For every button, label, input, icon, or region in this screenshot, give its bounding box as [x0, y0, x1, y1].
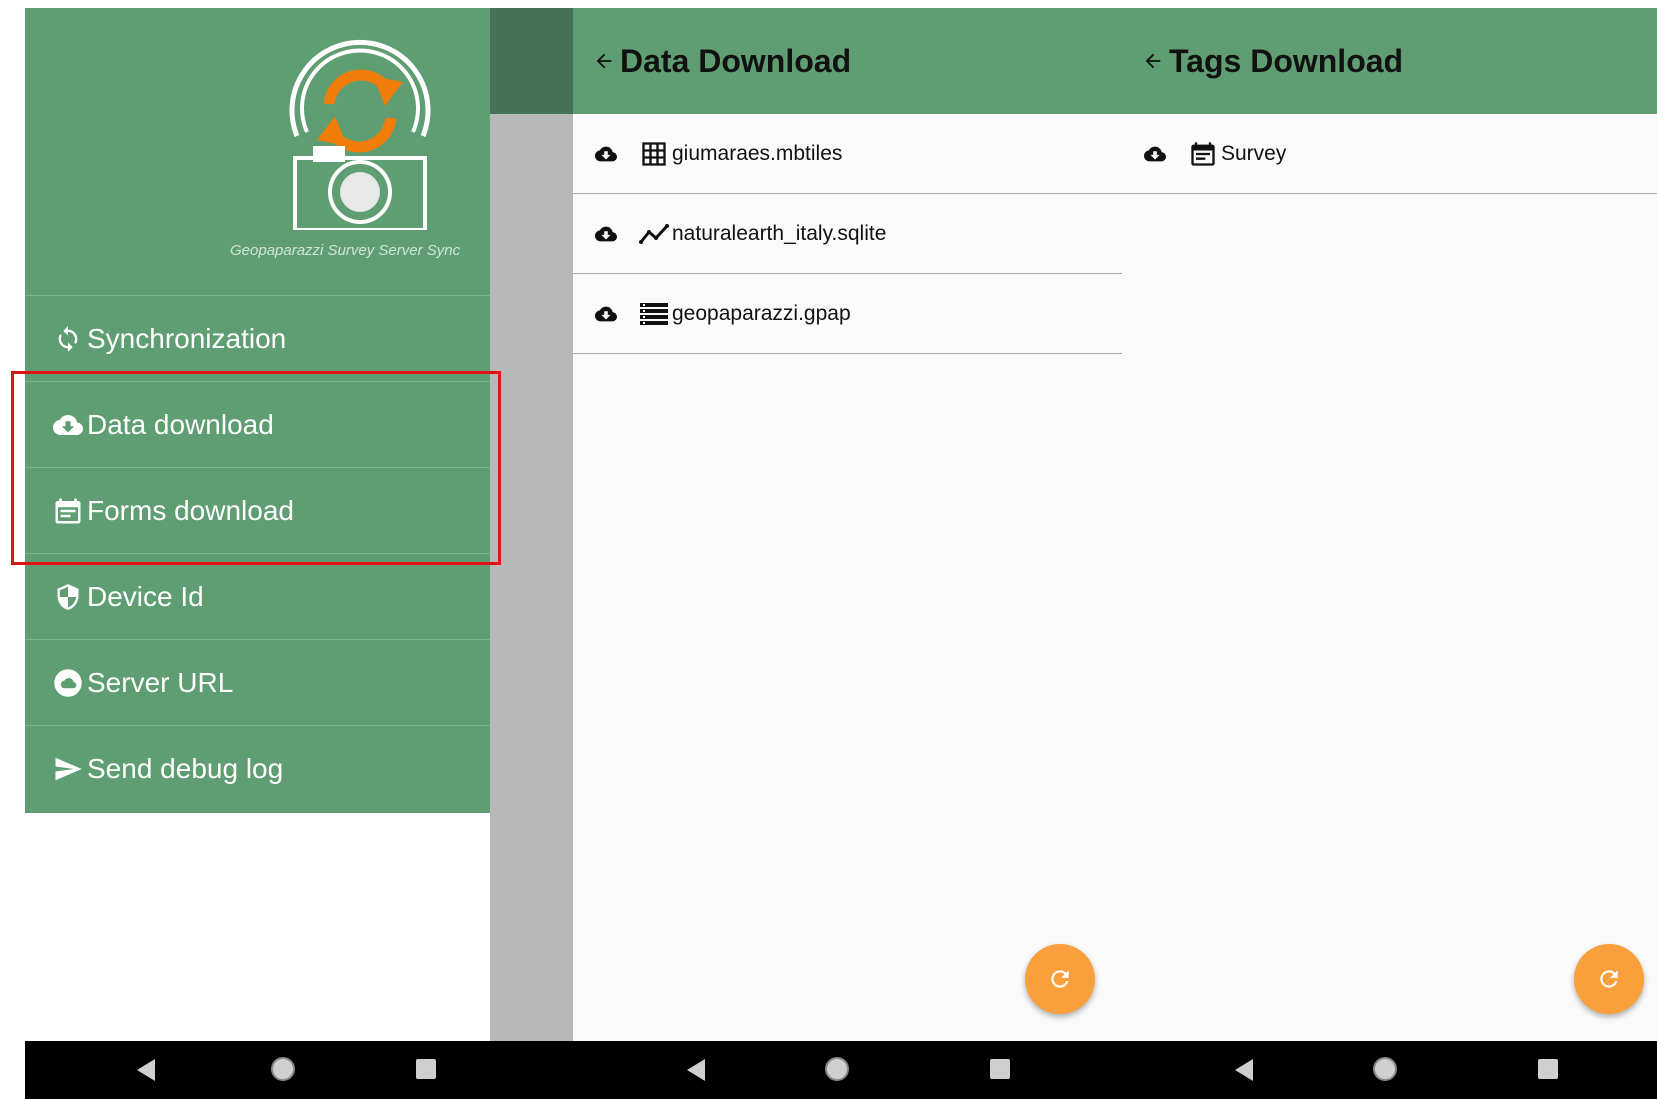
menu-item-synchronization[interactable]: Synchronization	[25, 296, 490, 382]
refresh-button[interactable]	[1574, 944, 1644, 1014]
item-label: naturalearth_italy.sqlite	[672, 221, 887, 245]
cloud-download-icon[interactable]	[1142, 141, 1168, 167]
refresh-icon	[1051, 970, 1069, 988]
refresh-button[interactable]	[1025, 944, 1095, 1014]
cloud-download-icon[interactable]	[593, 301, 619, 327]
cloud-download-icon[interactable]	[593, 141, 619, 167]
form-icon	[51, 494, 85, 528]
app-logo	[289, 39, 431, 230]
shield-icon	[51, 580, 85, 614]
menu-item-server-url[interactable]: Server URL	[25, 640, 490, 726]
list-item[interactable]: naturalearth_italy.sqlite	[573, 194, 1122, 274]
tags-download-screen: Tags Download Survey	[1122, 8, 1657, 1099]
app-caption: Geopaparazzi Survey Server Sync	[230, 242, 461, 259]
form-icon	[1188, 139, 1218, 169]
back-arrow-icon[interactable]	[593, 49, 617, 73]
navigation-bar	[573, 1041, 1122, 1099]
refresh-icon	[1600, 970, 1618, 988]
menu-label-server-url: Server URL	[87, 666, 234, 698]
nav-home-icon[interactable]	[270, 1056, 296, 1082]
list-icon	[639, 299, 669, 329]
nav-back-icon[interactable]	[685, 1058, 707, 1082]
menu-label-send-debug-log: Send debug log	[87, 752, 284, 784]
list-item[interactable]: geopaparazzi.gpap	[573, 274, 1122, 354]
nav-home-icon[interactable]	[1372, 1056, 1398, 1082]
menu-label-forms-download: Forms download	[87, 494, 294, 526]
drawer-menu: Synchronization Data download Forms down…	[25, 296, 490, 811]
line-chart-icon	[639, 219, 669, 249]
data-download-screen: Data Download giumaraes.mbtiles naturale…	[573, 8, 1122, 1099]
menu-label-device-id: Device Id	[87, 580, 204, 612]
cloud-download-icon	[51, 408, 85, 442]
back-arrow-icon[interactable]	[1142, 49, 1166, 73]
send-icon	[51, 752, 85, 786]
grid-icon	[639, 139, 669, 169]
list-item[interactable]: Survey	[1122, 114, 1657, 194]
navigation-bar	[1122, 1041, 1657, 1099]
item-label: giumaraes.mbtiles	[672, 141, 843, 165]
drawer-panel: Geopaparazzi Survey Server Sync Synchron…	[25, 8, 490, 1099]
menu-item-send-debug-log[interactable]: Send debug log	[25, 726, 490, 811]
tags-download-appbar: Tags Download	[1122, 8, 1657, 114]
tags-download-list: Survey	[1122, 114, 1657, 194]
page-title: Tags Download	[1169, 42, 1404, 79]
menu-item-data-download[interactable]: Data download	[25, 382, 490, 468]
drawer-header: Geopaparazzi Survey Server Sync	[25, 8, 490, 296]
nav-home-icon[interactable]	[824, 1056, 850, 1082]
nav-recents-icon[interactable]	[1537, 1058, 1559, 1080]
cloud-download-icon[interactable]	[593, 221, 619, 247]
sync-icon	[51, 322, 85, 356]
list-item[interactable]: giumaraes.mbtiles	[573, 114, 1122, 194]
scrim-appbar	[490, 8, 573, 114]
nav-back-icon[interactable]	[1233, 1058, 1255, 1082]
menu-item-forms-download[interactable]: Forms download	[25, 468, 490, 554]
page-title: Data Download	[620, 42, 852, 79]
cloud-icon	[51, 666, 85, 700]
drawer-scrim[interactable]	[490, 8, 573, 1099]
menu-label-synchronization: Synchronization	[87, 322, 287, 354]
nav-back-icon[interactable]	[135, 1058, 157, 1082]
data-download-appbar: Data Download	[573, 8, 1122, 114]
nav-recents-icon[interactable]	[989, 1058, 1011, 1080]
item-label: Survey	[1221, 141, 1287, 165]
menu-item-device-id[interactable]: Device Id	[25, 554, 490, 640]
menu-label-data-download: Data download	[87, 408, 274, 440]
nav-recents-icon[interactable]	[415, 1058, 437, 1080]
item-label: geopaparazzi.gpap	[672, 301, 851, 325]
data-download-list: giumaraes.mbtiles naturalearth_italy.sql…	[573, 114, 1122, 354]
navigation-drawer: Geopaparazzi Survey Server Sync Synchron…	[25, 8, 490, 813]
navigation-bar	[25, 1041, 573, 1099]
